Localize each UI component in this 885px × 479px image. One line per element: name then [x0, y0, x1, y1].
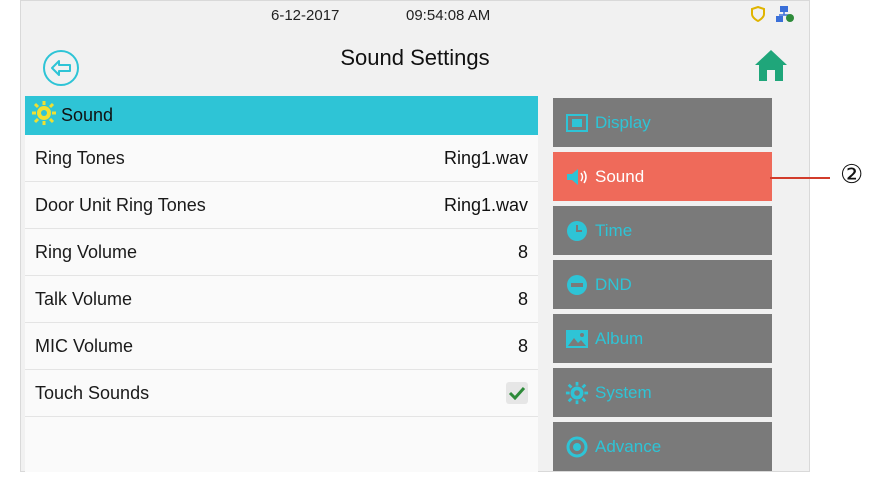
gear-icon [31, 100, 57, 131]
setting-label: Ring Volume [35, 241, 138, 262]
speaker-icon [565, 165, 589, 189]
menu-item-album[interactable]: Album [553, 314, 772, 363]
menu-item-label: Display [595, 112, 651, 132]
callout-number: ② [840, 159, 864, 189]
menu-item-label: Album [595, 328, 644, 348]
display-icon [565, 111, 589, 135]
gear-icon [565, 381, 589, 405]
setting-row-ring-tones[interactable]: Ring Tones Ring1.wav [25, 135, 538, 182]
setting-label: Door Unit Ring Tones [35, 194, 206, 215]
advance-icon [565, 435, 589, 459]
setting-row-talk-volume[interactable]: Talk Volume 8 [25, 276, 538, 323]
menu-item-dnd[interactable]: DND [553, 260, 772, 309]
setting-label: Talk Volume [35, 288, 133, 309]
menu-item-time[interactable]: Time [553, 206, 772, 255]
menu-item-display[interactable]: Display [553, 98, 772, 147]
setting-value: Ring1.wav [443, 147, 528, 168]
page-title: Sound Settings [340, 45, 490, 70]
setting-value: Ring1.wav [443, 194, 528, 215]
device-screen: 6-12-2017 09:54:08 AM Sound Settings Sou… [20, 0, 810, 472]
menu-item-system[interactable]: System [553, 368, 772, 417]
settings-menu: Display Sound Time DND Album System Adva… [553, 98, 772, 476]
section-label: Sound [61, 105, 114, 125]
touch-sounds-checkbox[interactable] [506, 382, 528, 404]
callout-line [770, 177, 830, 179]
status-date: 6-12-2017 [271, 7, 340, 24]
menu-item-label: Advance [595, 436, 662, 456]
status-icons [751, 5, 795, 28]
menu-item-label: DND [595, 274, 632, 294]
status-time: 09:54:08 AM [406, 7, 491, 24]
menu-item-label: Sound [595, 166, 645, 186]
setting-label: Ring Tones [35, 147, 125, 168]
menu-item-advance[interactable]: Advance [553, 422, 772, 471]
home-button[interactable] [751, 45, 791, 85]
setting-label: Touch Sounds [35, 382, 150, 403]
shield-icon [751, 5, 765, 27]
setting-row-mic-volume[interactable]: MIC Volume 8 [25, 323, 538, 370]
setting-value: 8 [517, 241, 528, 262]
home-icon [755, 50, 787, 81]
checkmark-icon [508, 386, 526, 400]
setting-label: MIC Volume [35, 335, 134, 356]
clock-icon [565, 219, 589, 243]
setting-value: 8 [517, 288, 528, 309]
album-icon [565, 327, 589, 351]
menu-item-label: Time [595, 220, 633, 240]
setting-row-touch-sounds[interactable]: Touch Sounds [25, 370, 538, 417]
setting-value: 8 [517, 335, 528, 356]
menu-item-label: System [595, 382, 652, 402]
menu-item-sound[interactable]: Sound [553, 152, 772, 201]
network-icon [775, 5, 795, 28]
settings-panel: Sound Ring Tones Ring1.wav Door Unit Rin… [25, 96, 538, 472]
setting-row-ring-volume[interactable]: Ring Volume 8 [25, 229, 538, 276]
setting-row-door-unit-ring-tones[interactable]: Door Unit Ring Tones Ring1.wav [25, 182, 538, 229]
dnd-icon [565, 273, 589, 297]
section-header: Sound [25, 96, 538, 135]
